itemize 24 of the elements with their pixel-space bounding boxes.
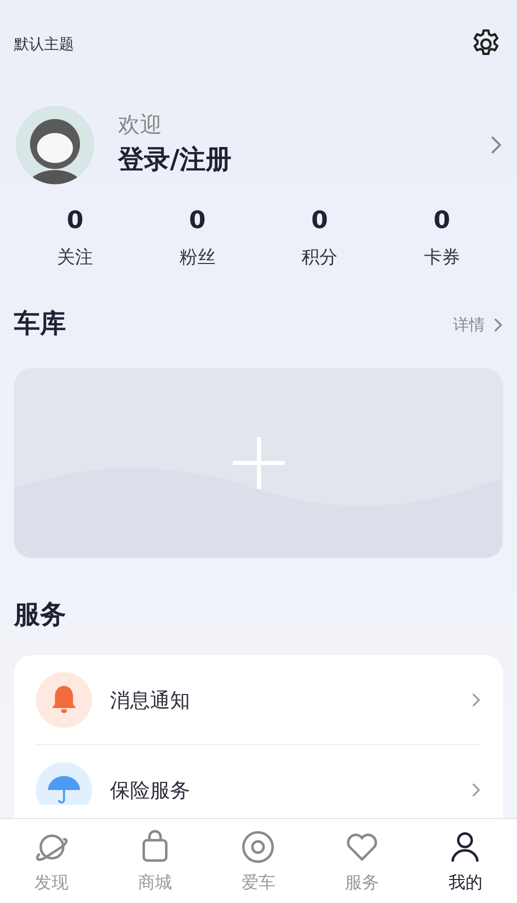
target-icon[interactable] xyxy=(240,829,276,865)
greeting-text: 欢迎 xyxy=(118,112,163,140)
service-row[interactable]: 消息通知 xyxy=(36,655,481,745)
login-link[interactable]: 登录/注册 xyxy=(118,141,489,179)
bell-icon xyxy=(36,672,92,728)
section-title: 车库 xyxy=(14,308,66,341)
stat-label[interactable]: 卡券 xyxy=(424,244,460,271)
stat-value[interactable]: 0 xyxy=(66,204,84,236)
chevron-right-icon xyxy=(471,782,481,798)
tab-bar-item[interactable]: 我的 xyxy=(414,819,517,903)
avatar[interactable] xyxy=(14,104,96,186)
stat-value[interactable]: 0 xyxy=(434,204,450,236)
chevron-right-icon xyxy=(471,692,481,708)
section-title: 服务 xyxy=(12,599,67,632)
theme-label[interactable]: 默认主题 xyxy=(14,32,74,56)
chevron-right-icon[interactable] xyxy=(489,134,503,156)
stat-label[interactable]: 关注 xyxy=(57,244,94,271)
stat-value[interactable]: 0 xyxy=(311,204,328,236)
umbrella-icon xyxy=(36,762,92,805)
stat-label[interactable]: 积分 xyxy=(302,244,338,271)
stat-value[interactable]: 0 xyxy=(189,204,206,236)
stat-label[interactable]: 粉丝 xyxy=(179,244,216,271)
service-row[interactable]: 保险服务 xyxy=(36,745,481,805)
chevron-right-icon[interactable] xyxy=(493,316,503,332)
